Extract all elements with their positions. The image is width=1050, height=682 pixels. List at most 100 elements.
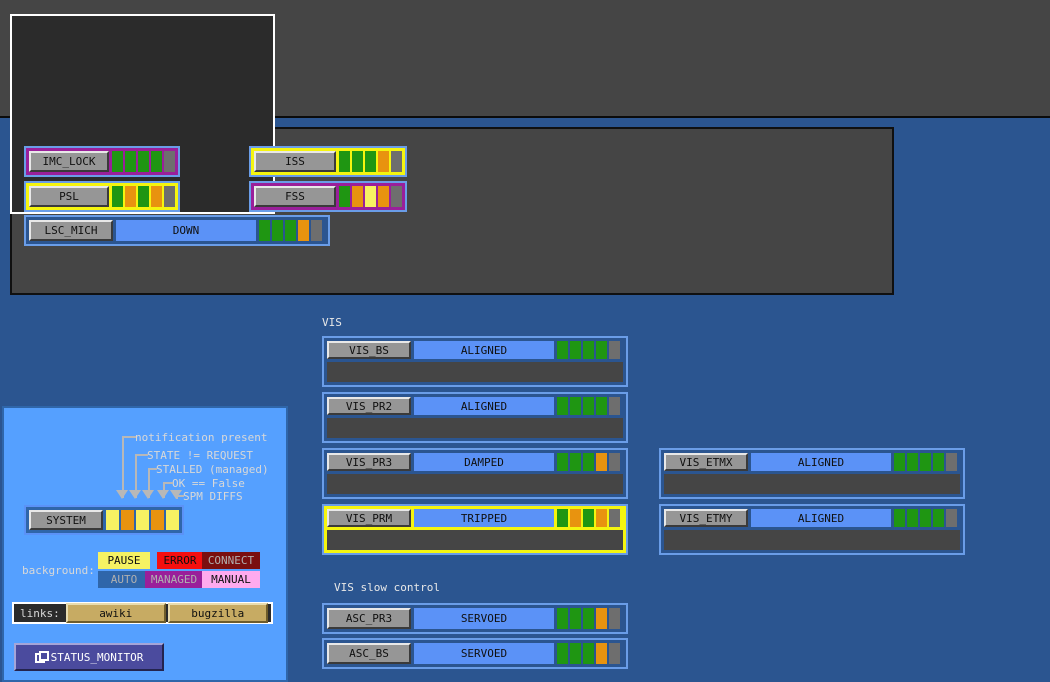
guardian-node-psl[interactable]: PSL: [24, 181, 180, 212]
legend-led-2: [136, 510, 149, 530]
node-name-button[interactable]: VIS_BS: [327, 341, 411, 360]
guardian-node-vis_pr3[interactable]: VIS_PR3 DAMPED: [322, 448, 628, 499]
node-state-field[interactable]: SERVOED: [414, 643, 554, 664]
node-name-button[interactable]: VIS_PR2: [327, 397, 411, 416]
status-led-2: [138, 151, 149, 172]
status-led-1: [907, 453, 918, 472]
legend-arrowhead-3: [157, 490, 169, 499]
status-led-0: [557, 341, 568, 360]
legend-system-name: SYSTEM: [29, 510, 103, 530]
status-led-1: [272, 220, 283, 241]
status-led-0: [557, 509, 568, 528]
node-name-button[interactable]: IMC_LOCK: [29, 151, 109, 172]
status-led-0: [557, 453, 568, 472]
node-state-field[interactable]: TRIPPED: [414, 509, 554, 528]
status-led-4: [391, 151, 402, 172]
node-state-field[interactable]: ALIGNED: [414, 341, 554, 360]
status-led-1: [352, 151, 363, 172]
status-led-0: [112, 186, 123, 207]
node-leds: [112, 151, 175, 172]
status-led-3: [596, 341, 607, 360]
status-led-1: [352, 186, 363, 207]
node-row: ASC_PR3 SERVOED: [327, 608, 623, 629]
guardian-node-imc_lock[interactable]: IMC_LOCK: [24, 146, 180, 177]
node-state-field[interactable]: ALIGNED: [751, 453, 891, 472]
status-led-4: [609, 509, 620, 528]
node-name-button[interactable]: VIS_PR3: [327, 453, 411, 472]
guardian-node-asc_pr3[interactable]: ASC_PR3 SERVOED: [322, 603, 628, 634]
node-leds: [894, 509, 957, 528]
link-awiki[interactable]: awiki: [65, 603, 166, 623]
node-name-button[interactable]: FSS: [254, 186, 336, 207]
node-name-button[interactable]: LSC_MICH: [29, 220, 113, 241]
status-monitor-label: STATUS_MONITOR: [50, 650, 144, 664]
legend-system-leds: [106, 510, 179, 530]
node-leds: [557, 608, 620, 629]
vis-section-caption: VIS: [322, 316, 342, 329]
status-led-1: [570, 608, 581, 629]
guardian-node-vis_bs[interactable]: VIS_BS ALIGNED: [322, 336, 628, 387]
legend-arrowhead-0: [116, 490, 128, 499]
node-name-button[interactable]: ASC_BS: [327, 643, 411, 664]
guardian-node-vis_etmy[interactable]: VIS_ETMY ALIGNED: [659, 504, 965, 555]
status-led-4: [609, 453, 620, 472]
links-row: links: awiki bugzilla: [12, 602, 273, 624]
node-state-field[interactable]: DAMPED: [414, 453, 554, 472]
status-led-1: [125, 186, 136, 207]
node-message-bar: [327, 418, 623, 438]
status-led-3: [596, 509, 607, 528]
link-bugzilla[interactable]: bugzilla: [167, 603, 268, 623]
node-state-field[interactable]: ALIGNED: [751, 509, 891, 528]
status-led-0: [557, 397, 568, 416]
node-name-button[interactable]: VIS_ETMY: [664, 509, 748, 528]
node-row: ISS: [254, 151, 402, 172]
node-leds: [339, 151, 402, 172]
node-row: VIS_BS ALIGNED: [327, 341, 623, 360]
node-state-field[interactable]: DOWN: [116, 220, 256, 241]
status-led-4: [609, 341, 620, 360]
node-name-button[interactable]: ASC_PR3: [327, 608, 411, 629]
node-name-button[interactable]: PSL: [29, 186, 109, 207]
node-state-field[interactable]: ALIGNED: [414, 397, 554, 416]
node-row: VIS_PR3 DAMPED: [327, 453, 623, 472]
guardian-node-fss[interactable]: FSS: [249, 181, 407, 212]
windows-cascade-icon: [34, 651, 49, 663]
status-led-4: [609, 397, 620, 416]
node-message-bar: [327, 362, 623, 382]
status-led-3: [378, 186, 389, 207]
legend-annotation-2: STALLED (managed): [156, 463, 269, 476]
node-row: PSL: [29, 186, 175, 207]
status-led-0: [259, 220, 270, 241]
legend-panel: [2, 406, 288, 682]
node-row: VIS_PR2 ALIGNED: [327, 397, 623, 416]
status-led-1: [907, 509, 918, 528]
node-name-button[interactable]: ISS: [254, 151, 336, 172]
guardian-node-vis_etmx[interactable]: VIS_ETMX ALIGNED: [659, 448, 965, 499]
background-swatch-error: ERROR: [157, 552, 203, 569]
node-name-button[interactable]: VIS_PRM: [327, 509, 411, 528]
legend-arrowhead-1: [129, 490, 141, 499]
background-swatch-connect: CONNECT: [202, 552, 260, 569]
node-state-field[interactable]: SERVOED: [414, 608, 554, 629]
legend-led-4: [166, 510, 179, 530]
status-led-1: [570, 509, 581, 528]
legend-led-3: [151, 510, 164, 530]
status-led-2: [920, 453, 931, 472]
guardian-node-lsc_mich[interactable]: LSC_MICH DOWN: [24, 215, 330, 246]
legend-arrowhead-2: [142, 490, 154, 499]
status-monitor-button[interactable]: STATUS_MONITOR: [14, 643, 164, 671]
legend-annotation-4: SPM DIFFS: [183, 490, 243, 503]
node-row: VIS_PRM TRIPPED: [327, 509, 623, 528]
node-row: ASC_BS SERVOED: [327, 643, 623, 664]
status-led-3: [378, 151, 389, 172]
status-led-0: [112, 151, 123, 172]
status-led-1: [570, 397, 581, 416]
guardian-node-vis_pr2[interactable]: VIS_PR2 ALIGNED: [322, 392, 628, 443]
status-led-0: [894, 509, 905, 528]
links-label: links:: [20, 606, 60, 620]
guardian-node-iss[interactable]: ISS: [249, 146, 407, 177]
node-name-button[interactable]: VIS_ETMX: [664, 453, 748, 472]
legend-led-1: [121, 510, 134, 530]
guardian-node-vis_prm[interactable]: VIS_PRM TRIPPED: [322, 504, 628, 555]
guardian-node-asc_bs[interactable]: ASC_BS SERVOED: [322, 638, 628, 669]
